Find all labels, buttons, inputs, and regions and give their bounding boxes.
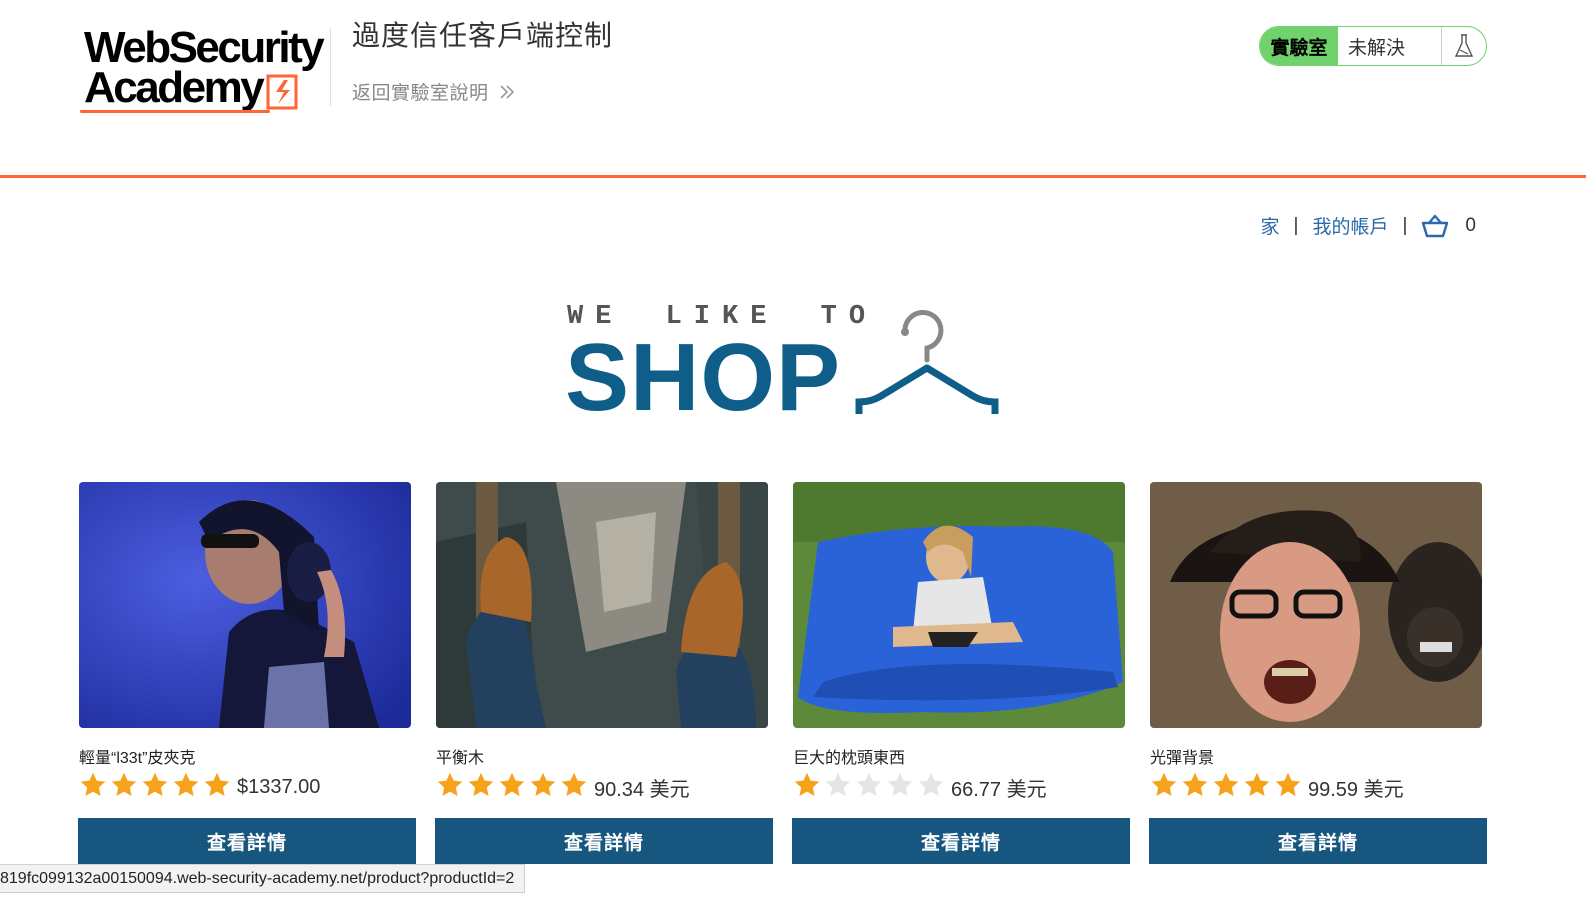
product-price: 90.34 美元 (594, 778, 690, 801)
product-card: 巨大的枕頭東西 66.77 美元 查看詳情 (792, 482, 1131, 864)
product-rating-row: 99.59 美元 (1150, 770, 1488, 801)
star-filled-icon (204, 772, 230, 796)
product-image-feet-above-city (436, 482, 768, 728)
nav-separator: | (1402, 214, 1408, 236)
star-empty-icon (887, 772, 913, 796)
nav-separator: | (1293, 214, 1299, 236)
header-orange-rule (0, 175, 1586, 178)
product-price: 99.59 美元 (1308, 778, 1404, 801)
product-rating-row: 66.77 美元 (793, 770, 1131, 801)
we-like-to-shop-banner: WE LIKE TO SHOP (565, 298, 1005, 428)
star-filled-icon (111, 772, 137, 796)
product-name: 光彈背景 (1150, 750, 1215, 767)
product-name: 平衡木 (436, 750, 485, 767)
nav-my-account-link[interactable]: 我的帳戶 (1312, 212, 1388, 239)
star-filled-icon (80, 772, 106, 796)
product-name: 巨大的枕頭東西 (793, 750, 906, 767)
view-details-button[interactable]: 查看詳情 (435, 818, 773, 864)
lab-status-widget: 實驗室 未解決 (1259, 26, 1487, 66)
logo-underline (80, 110, 270, 113)
star-empty-icon (918, 772, 944, 796)
star-rating (793, 771, 945, 799)
academy-header: WebSecurity Academy 過度信任客戶端控制 返回實驗室說明 實驗… (0, 0, 1586, 176)
shop-nav: 家 | 我的帳戶 | 0 (1261, 212, 1476, 239)
star-filled-icon (1213, 772, 1239, 796)
star-filled-icon (468, 772, 494, 796)
basket-icon (1422, 214, 1449, 237)
star-rating (436, 771, 588, 799)
star-filled-icon (1182, 772, 1208, 796)
star-empty-icon (856, 772, 882, 796)
product-price: 66.77 美元 (951, 778, 1047, 801)
product-rating-row: 90.34 美元 (436, 770, 774, 801)
star-rating (1150, 771, 1302, 799)
lab-status-label: 實驗室 (1260, 27, 1338, 65)
star-filled-icon (530, 772, 556, 796)
product-card: 平衡木 90.34 美元 查看詳情 (435, 482, 774, 864)
view-details-button[interactable]: 查看詳情 (1149, 818, 1487, 864)
cart-link[interactable]: 0 (1421, 214, 1476, 238)
product-image-person-with-headphones (79, 482, 411, 728)
cart-count: 0 (1465, 214, 1476, 236)
star-rating (79, 771, 231, 799)
star-filled-icon (1244, 772, 1270, 796)
hanger-icon (855, 309, 999, 414)
product-card: 輕量“l33t”皮夾克 $1337.00 查看詳情 (78, 482, 417, 864)
product-image-girl-on-blue-beanbag (793, 482, 1125, 728)
star-filled-icon (1151, 772, 1177, 796)
star-filled-icon (794, 772, 820, 796)
star-filled-icon (499, 772, 525, 796)
header-divider (330, 28, 331, 106)
double-chevron-right-icon (499, 84, 514, 99)
star-filled-icon (173, 772, 199, 796)
view-details-button[interactable]: 查看詳情 (78, 818, 416, 864)
product-rating-row: $1337.00 (79, 770, 417, 800)
product-image-man-and-monkey (1150, 482, 1482, 728)
web-security-academy-logo[interactable]: WebSecurity Academy (80, 26, 330, 116)
logo-lightning-icon (266, 74, 298, 110)
view-details-button[interactable]: 查看詳情 (792, 818, 1130, 864)
star-filled-icon (1275, 772, 1301, 796)
lab-status-value: 未解決 (1348, 37, 1406, 59)
product-card: 光彈背景 99.59 美元 查看詳情 (1149, 482, 1488, 864)
browser-status-url: 819fc099132a00150094.web-security-academ… (0, 864, 526, 893)
banner-big-text: SHOP (565, 324, 842, 431)
back-link-label: 返回實驗室說明 (352, 83, 489, 104)
star-filled-icon (142, 772, 168, 796)
nav-home-link[interactable]: 家 (1261, 212, 1280, 239)
product-name: 輕量“l33t”皮夾克 (79, 750, 196, 767)
product-price: $1337.00 (237, 775, 321, 798)
logo-line2: Academy (84, 63, 265, 112)
star-filled-icon (561, 772, 587, 796)
star-filled-icon (437, 772, 463, 796)
back-to-lab-description-link[interactable]: 返回實驗室說明 (352, 78, 515, 105)
star-empty-icon (825, 772, 851, 796)
lab-title: 過度信任客戶端控制 (352, 20, 614, 51)
flask-icon (1441, 27, 1486, 65)
